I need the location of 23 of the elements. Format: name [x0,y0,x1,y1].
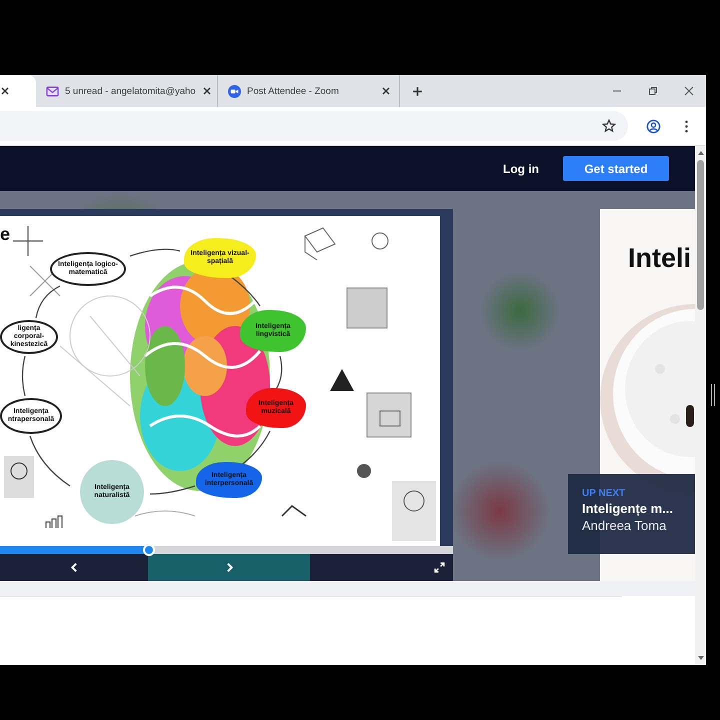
get-started-button[interactable]: Get started [563,156,669,181]
scroll-down-icon[interactable] [696,655,704,661]
new-tab-icon[interactable] [412,86,423,96]
chevron-left-icon [68,562,80,573]
scrollbar-thumb[interactable] [697,160,704,310]
video-camera-icon [228,84,241,98]
profile-icon[interactable] [646,118,661,134]
close-icon[interactable] [0,86,10,96]
login-link[interactable]: Log in [503,162,539,176]
scroll-up-icon[interactable] [696,150,704,156]
restore-icon[interactable] [648,86,658,96]
star-icon[interactable] [602,119,616,133]
fullscreen-icon[interactable] [434,562,445,573]
up-next-panel[interactable]: UP NEXT Inteligențe m... Andreea Toma [568,474,695,554]
envelope-icon [46,84,59,98]
scrollbar[interactable] [695,146,706,665]
close-icon[interactable] [381,86,391,96]
slide-title: e [0,224,10,245]
address-field[interactable] [0,111,628,141]
video-title: Inteli [628,243,692,274]
resize-handle-icon[interactable] [710,383,716,407]
close-icon[interactable] [202,86,212,96]
close-icon[interactable] [684,86,694,96]
